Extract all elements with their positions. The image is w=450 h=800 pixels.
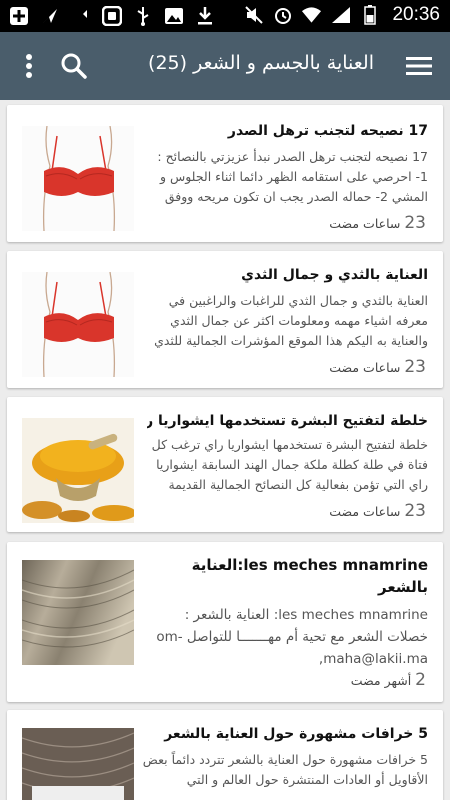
article-excerpt: 17 نصيحه لتجنب ترهل الصدر نبدأ عزيزتي با… (157, 149, 428, 204)
article-card[interactable]: العناية بالثدي و جمال الثدي العناية بالث… (7, 251, 443, 388)
article-time-unit: ساعات مضت (329, 216, 401, 231)
article-excerpt: les meches mnamrine: العناية بالشعر : خص… (156, 607, 428, 667)
article-time: 23 ساعات مضت (329, 357, 428, 377)
article-time: 2 أشهر مضت (351, 670, 428, 690)
article-time: 23 ساعات مضت (329, 501, 428, 521)
hamburger-menu-icon[interactable] (406, 56, 432, 76)
article-card[interactable]: les meches mnamrine:العناية بالشعر les m… (7, 542, 443, 702)
status-bar: 20:36 (0, 0, 450, 32)
article-title: العناية بالثدي و جمال الثدي (241, 267, 428, 283)
battery-icon (359, 5, 380, 26)
article-excerpt: العناية بالثدي و جمال الثدي للراغبات وال… (154, 293, 428, 348)
clock-time: 20:36 (392, 4, 440, 25)
article-feed[interactable]: 17 نصيحه لتجنب ترهل الصدر 17 نصيحه لتجنب… (0, 100, 450, 800)
image-icon (163, 5, 184, 26)
article-title: les meches mnamrine:العناية بالشعر (191, 556, 428, 596)
article-title: 5 خرافات مشهورة حول العناية بالشعر (164, 726, 428, 742)
hair-photo (22, 560, 134, 665)
bbm-icon (101, 5, 122, 26)
article-title: 17 نصيحه لتجنب ترهل الصدر (227, 123, 428, 139)
page-title: العناية بالجسم و الشعر (25) (148, 52, 374, 74)
turmeric-photo (22, 418, 134, 523)
article-title: خلطة لتفتيح البشرة تستخدمها ايشواريا راي (147, 413, 428, 429)
wifi-icon (301, 5, 322, 26)
hair-comb-photo (22, 728, 134, 800)
article-excerpt: خلطة لتفتيح البشرة تستخدمها ايشواريا راي… (151, 437, 428, 492)
article-time-number: 2 (415, 670, 426, 690)
send-icon (39, 5, 60, 26)
article-card[interactable]: 5 خرافات مشهورة حول العناية بالشعر 5 خرا… (7, 710, 443, 800)
cursor-icon (70, 5, 91, 26)
article-excerpt: 5 خرافات مشهورة حول العناية بالشعر تتردد… (142, 752, 428, 787)
bra-illustration (22, 272, 134, 377)
article-time-number: 23 (404, 357, 426, 377)
article-time-number: 23 (404, 501, 426, 521)
alarm-icon (272, 5, 293, 26)
mute-icon (243, 5, 264, 26)
usb-icon (132, 5, 153, 26)
article-time-number: 23 (404, 213, 426, 233)
article-time: 23 ساعات مضت (329, 213, 428, 233)
app-bar: العناية بالجسم و الشعر (25) (0, 32, 450, 100)
article-time-unit: ساعات مضت (329, 360, 401, 375)
search-icon[interactable] (60, 52, 88, 80)
article-time-unit: أشهر مضت (350, 673, 412, 688)
download-icon (194, 5, 215, 26)
signal-icon (330, 5, 351, 26)
article-time-unit: ساعات مضت (329, 504, 401, 519)
article-card[interactable]: خلطة لتفتيح البشرة تستخدمها ايشواريا راي… (7, 397, 443, 532)
overflow-menu-icon[interactable] (18, 52, 40, 80)
add-icon (8, 5, 29, 26)
article-card[interactable]: 17 نصيحه لتجنب ترهل الصدر 17 نصيحه لتجنب… (7, 105, 443, 242)
bra-illustration (22, 126, 134, 231)
